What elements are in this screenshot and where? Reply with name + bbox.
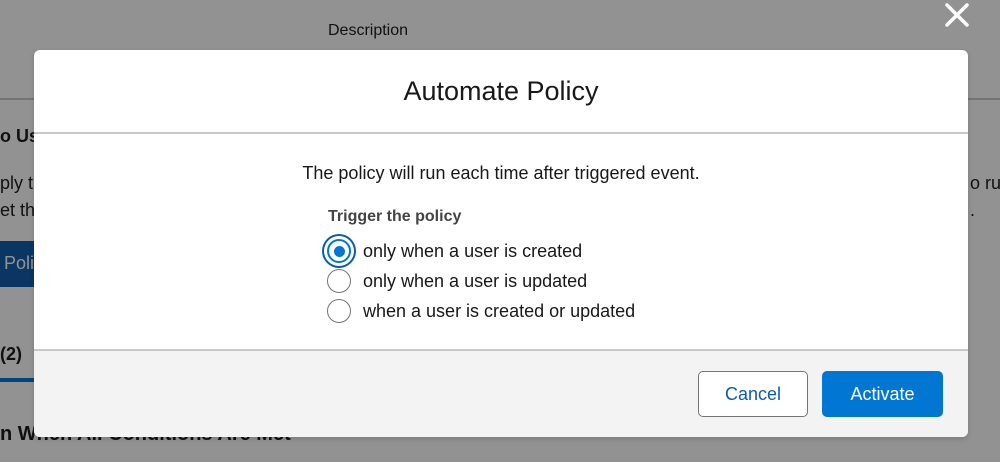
radio-label: when a user is created or updated (363, 300, 636, 321)
trigger-radio-group: Trigger the policy only when a user is c… (323, 208, 635, 326)
radio-option-updated[interactable]: only when a user is updated (323, 266, 635, 296)
radio-button-checked[interactable] (327, 239, 351, 263)
modal-footer: Cancel Activate (34, 349, 968, 437)
radio-label: only when a user is updated (363, 270, 588, 291)
radio-button[interactable] (327, 269, 351, 293)
radio-option-created-or-updated[interactable]: when a user is created or updated (323, 296, 635, 326)
activate-button[interactable]: Activate (822, 371, 943, 417)
automate-policy-modal: Automate Policy The policy will run each… (34, 50, 968, 437)
radio-option-created[interactable]: only when a user is created (323, 236, 635, 266)
policy-message: The policy will run each time after trig… (302, 163, 700, 183)
modal-body: The policy will run each time after trig… (34, 134, 968, 349)
cancel-button[interactable]: Cancel (698, 371, 808, 417)
modal-header: Automate Policy (34, 50, 968, 134)
modal-title: Automate Policy (403, 75, 599, 106)
trigger-legend: Trigger the policy (328, 208, 462, 225)
close-modal-button[interactable] (940, 0, 974, 30)
radio-button[interactable] (327, 299, 351, 323)
radio-label: only when a user is created (363, 240, 583, 261)
close-icon (945, 3, 969, 27)
